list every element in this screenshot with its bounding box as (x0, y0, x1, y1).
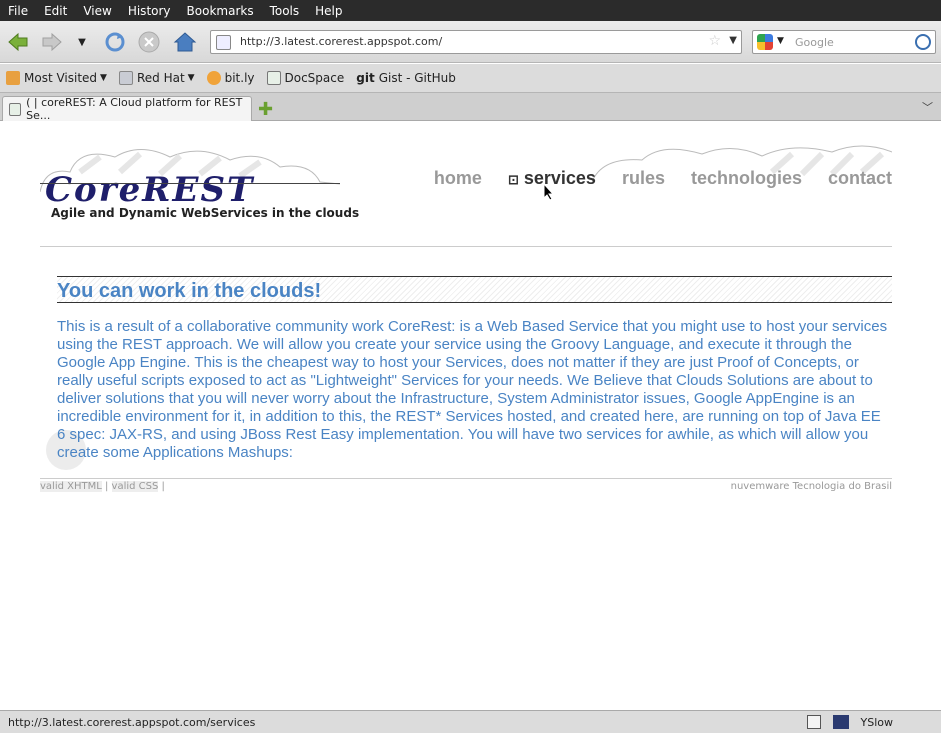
menu-view[interactable]: View (75, 4, 119, 18)
home-icon (173, 32, 197, 52)
google-engine-icon[interactable] (757, 34, 773, 50)
tab-favicon-icon (9, 102, 22, 116)
home-button[interactable] (173, 30, 197, 54)
search-box[interactable]: ▼ Google (752, 30, 936, 54)
chevron-down-icon: ▼ (78, 36, 86, 48)
stop-button[interactable] (137, 30, 161, 54)
site-footer: valid XHTML | valid CSS | nuvemware Tecn… (40, 478, 892, 492)
tab-title: ( | coreREST: A Cloud platform for REST … (26, 96, 243, 122)
git-icon: git (356, 71, 375, 85)
site-tagline: Agile and Dynamic WebServices in the clo… (51, 206, 360, 220)
yslow-label[interactable]: YSlow (861, 716, 893, 729)
page-info-icon[interactable] (806, 715, 821, 729)
menu-bookmarks[interactable]: Bookmarks (179, 4, 262, 18)
bookmark-label: Most Visited (24, 71, 98, 85)
site-logo[interactable]: CoreREST (45, 170, 254, 210)
bookmark-red-hat[interactable]: Red Hat ▼ (113, 71, 201, 85)
logo-underline (40, 183, 340, 184)
chevron-down-icon: ▼ (187, 73, 195, 83)
chevron-down-icon: ▼ (100, 73, 107, 83)
bookmark-docspace[interactable]: DocSpace (261, 71, 351, 85)
footer-validators: valid XHTML | valid CSS | (40, 481, 165, 492)
page-heading: You can work in the clouds! (57, 280, 322, 302)
engine-dropdown-icon[interactable]: ▼ (777, 36, 784, 46)
url-dropdown-icon[interactable]: ▼ (729, 35, 737, 46)
menu-edit[interactable]: Edit (36, 4, 75, 18)
navigation-toolbar: ▼ http://3.latest.corerest.appspot.com/ … (0, 21, 941, 63)
tab-list-chevron-icon[interactable]: ﹀ (922, 99, 933, 115)
nav-rules[interactable]: rules (622, 168, 665, 189)
welcome-banner: You can work in the clouds! (57, 276, 892, 303)
main-navigation: home ⊡ services rules technologies conta… (434, 168, 892, 189)
history-dropdown[interactable]: ▼ (72, 30, 92, 54)
tab-bar: ( | coreREST: A Cloud platform for REST … (0, 93, 941, 122)
footer-credit[interactable]: nuvemware Tecnologia do Brasil (731, 481, 892, 492)
forward-arrow-icon (42, 32, 62, 52)
intro-paragraph: This is a result of a collaborative comm… (57, 318, 888, 461)
menu-history[interactable]: History (120, 4, 179, 18)
menu-help[interactable]: Help (307, 4, 350, 18)
bookmark-label: Gist - GitHub (378, 71, 456, 85)
tab-corerest[interactable]: ( | coreREST: A Cloud platform for REST … (2, 96, 252, 122)
bookmark-bitly[interactable]: bit.ly (201, 71, 261, 85)
bookmark-gist-github[interactable]: git Gist - GitHub (350, 71, 462, 85)
reload-icon (105, 32, 125, 52)
valid-css-link[interactable]: valid CSS (111, 481, 159, 492)
folder-icon (118, 71, 133, 85)
nav-services-label: services (523, 168, 596, 188)
bookmark-label: DocSpace (284, 71, 345, 85)
bitly-icon (206, 71, 221, 85)
mouse-cursor-icon (543, 183, 555, 201)
url-bar[interactable]: http://3.latest.corerest.appspot.com/ ☆ … (210, 30, 742, 54)
site-identity-icon[interactable] (216, 35, 231, 50)
bookmark-most-visited[interactable]: Most Visited ▼ (0, 71, 113, 85)
search-placeholder[interactable]: Google (795, 36, 834, 49)
nav-technologies[interactable]: technologies (691, 168, 802, 189)
status-url: http://3.latest.corerest.appspot.com/ser… (8, 715, 256, 729)
bookmarks-toolbar: Most Visited ▼ Red Hat ▼ bit.ly DocSpace… (0, 64, 941, 93)
most-visited-icon (6, 71, 20, 85)
site-header: CoreREST Agile and Dynamic WebServices i… (40, 142, 892, 247)
bookmark-label: Red Hat (136, 71, 185, 85)
yslow-icon[interactable] (832, 715, 849, 729)
status-bar: http://3.latest.corerest.appspot.com/ser… (0, 710, 941, 733)
menu-tools[interactable]: Tools (262, 4, 308, 18)
stop-icon (138, 31, 160, 53)
forward-button[interactable] (40, 30, 64, 54)
reload-button[interactable] (103, 30, 127, 54)
binoculars-icon: ⊡ (507, 172, 519, 187)
menu-file[interactable]: File (0, 4, 36, 18)
back-button[interactable] (6, 30, 30, 54)
page-content: CoreREST Agile and Dynamic WebServices i… (0, 122, 941, 710)
status-addons: YSlow (806, 715, 893, 729)
nav-home[interactable]: home (434, 168, 482, 189)
url-text[interactable]: http://3.latest.corerest.appspot.com/ (240, 35, 442, 48)
menu-bar: File Edit View History Bookmarks Tools H… (0, 0, 941, 21)
bookmark-label: bit.ly (224, 71, 255, 85)
new-tab-plus-icon[interactable]: ✚ (258, 99, 273, 120)
bookmark-star-icon[interactable]: ☆ (708, 33, 721, 49)
valid-xhtml-link[interactable]: valid XHTML (40, 481, 102, 492)
back-arrow-icon (8, 32, 28, 52)
docspace-icon (266, 71, 281, 85)
search-icon[interactable] (915, 34, 931, 50)
nav-contact[interactable]: contact (828, 168, 892, 189)
